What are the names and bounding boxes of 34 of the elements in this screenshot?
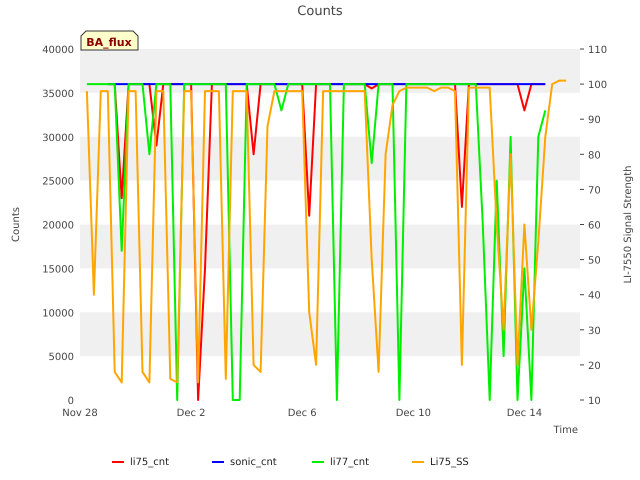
axis-tick-label: 20000 xyxy=(42,220,74,232)
axis-title: Counts xyxy=(11,207,22,242)
legend-label: li77_cnt xyxy=(330,457,370,468)
axis-tick-label: Dec 2 xyxy=(176,408,206,419)
legend-label: Li75_SS xyxy=(430,457,469,468)
axis-tick-label: 40000 xyxy=(42,45,74,56)
axis-tick-label: 5000 xyxy=(48,352,74,364)
axis-tick-label: 35000 xyxy=(42,88,74,100)
axis-tick-label: 30 xyxy=(588,326,601,337)
axis-title: LI-7550 Signal Strength xyxy=(623,166,634,284)
axis-tick-label: 15000 xyxy=(42,264,74,276)
axis-tick-label: 10000 xyxy=(42,308,74,320)
axis-tick-label: Dec 6 xyxy=(288,408,317,419)
axis-tick-label: 10 xyxy=(588,396,601,407)
axis-tick-label: 100 xyxy=(588,80,608,92)
axis-tick-label: 20 xyxy=(588,360,601,372)
axis-title: Time xyxy=(554,425,578,436)
axis-tick-label: 90 xyxy=(588,115,601,126)
axis-tick-label: 80 xyxy=(588,150,601,162)
axis-tick-label: Nov 28 xyxy=(62,408,98,419)
axis-tick-label: Dec 10 xyxy=(396,408,431,419)
axis-tick-label: 50 xyxy=(588,256,601,267)
chart-title: Counts xyxy=(297,4,343,19)
axis-tick-label: 110 xyxy=(588,45,608,56)
axis-tick-label: 30000 xyxy=(42,132,74,144)
annotation-label: BA_flux xyxy=(80,30,138,50)
axis-tick-label: 25000 xyxy=(42,176,74,188)
legend-label: li75_cnt xyxy=(130,457,170,468)
axis-tick-label: 60 xyxy=(588,220,601,232)
axis-tick-label: Dec 14 xyxy=(506,408,542,419)
axis-tick-label: 40 xyxy=(588,290,601,302)
axis-tick-label: 0 xyxy=(68,396,74,407)
axis-tick-label: 70 xyxy=(588,185,601,196)
legend-label: sonic_cnt xyxy=(230,457,277,468)
